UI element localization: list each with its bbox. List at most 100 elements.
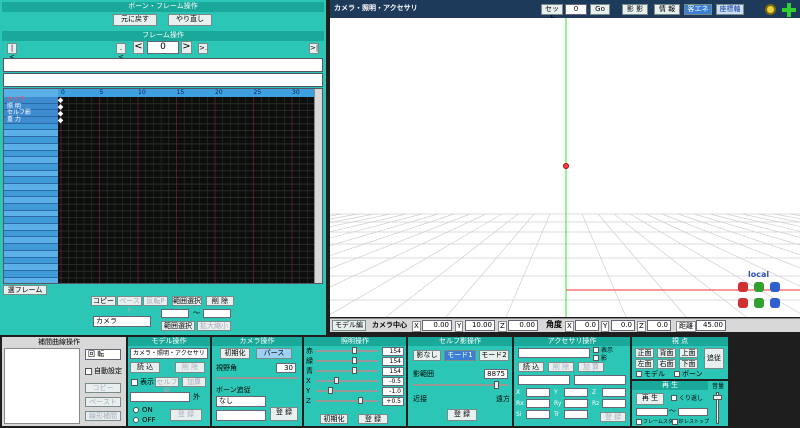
track-name[interactable] [4,270,58,278]
distance-input[interactable]: 45.00 [696,320,726,331]
play-from-input[interactable] [636,408,668,416]
track-name[interactable] [4,250,58,258]
copy-button[interactable]: コピー [91,296,116,306]
timeline-grid[interactable] [57,97,314,283]
volume-knob[interactable] [713,395,722,400]
select-frame-button[interactable]: 選フレーム [3,285,47,295]
paste-reverse-button[interactable]: 反転P [143,296,168,306]
cam-x-input[interactable]: 0.00 [422,320,452,331]
light-y-slider[interactable] [316,390,378,392]
range-select-button-2[interactable]: 範囲選択 [161,321,195,331]
view-back-button[interactable]: 背面 [657,348,676,358]
model-self-shadow-button[interactable]: セルフ影 [155,377,179,395]
accessory-rz-field[interactable] [602,399,626,408]
interp-paste-button[interactable]: ペースト [85,397,121,407]
keyframe-marker[interactable] [57,110,64,117]
interp-copy-button[interactable]: コピー [85,383,121,393]
track-name[interactable] [4,150,58,158]
set-button[interactable]: セット [541,4,563,22]
go-button[interactable]: Go [590,4,610,15]
track-select-dropdown[interactable]: カメラ [93,316,151,327]
model-bone-dropdown[interactable] [130,392,190,402]
shadow-register-button[interactable]: 登 録 [447,409,477,421]
rotate-z-icon[interactable] [770,282,780,292]
prev-key-button[interactable]: .< [116,43,126,61]
accessory-tr-field[interactable] [564,410,588,419]
zoom-icon[interactable] [765,4,776,15]
prev-frame-button[interactable]: < [133,41,144,54]
fov-input[interactable]: 30 [276,363,296,373]
shadow-mode1-button[interactable]: モード1 [444,350,476,361]
accessory-show-checkbox[interactable] [593,347,599,353]
view-right-button[interactable]: 右面 [657,359,676,369]
accessory-bone-dropdown[interactable] [518,375,570,385]
track-name[interactable] [4,163,58,171]
track-name[interactable] [4,217,58,225]
shadow-mode2-button[interactable]: モード2 [479,350,509,361]
angle-z-input[interactable]: 0.0 [647,320,671,331]
track-name[interactable] [4,137,58,144]
local-label[interactable]: local [748,270,769,279]
track-name[interactable] [4,130,58,138]
light-b-slider[interactable] [316,370,378,372]
light-g-slider[interactable] [316,360,378,362]
move-y-icon[interactable] [754,298,764,308]
scale-button[interactable]: 拡大縮小 [197,321,231,331]
bone-follow-dropdown[interactable]: なし [216,396,266,407]
shadow-range-input[interactable]: 8875 [484,369,508,379]
accessory-bone-sub-dropdown[interactable] [574,375,626,385]
accessory-register-button[interactable]: 登 録 [600,412,626,422]
view-front-button[interactable]: 正面 [635,348,654,358]
accessory-si-field[interactable] [526,410,550,419]
axis-button[interactable]: 座標軸 [716,4,744,15]
track-name[interactable] [4,170,58,178]
interp-rotate-dropdown[interactable]: 回 転 [85,349,121,360]
accessory-ry-field[interactable] [564,399,588,408]
next-frame-button[interactable]: > [181,41,192,54]
view-bone-checkbox[interactable] [674,371,680,377]
light-y-knob[interactable] [328,387,333,394]
accessory-shadow-checkbox[interactable] [593,355,599,361]
track-name[interactable] [4,244,58,251]
track-name[interactable] [4,123,58,131]
track-name[interactable] [4,277,58,283]
light-x-value[interactable]: -0.5 [382,377,404,386]
next-key-button[interactable]: >. [198,43,208,54]
view-follow-button[interactable]: 追従 [704,348,724,369]
model-edit-button[interactable]: モデル編 [332,320,366,331]
frame-stop-checkbox[interactable] [672,419,678,425]
light-r-slider[interactable] [316,350,378,352]
light-z-value[interactable]: +0.5 [382,397,404,406]
frame-start-checkbox[interactable] [636,419,642,425]
track-name[interactable] [4,143,58,151]
move-icon[interactable] [782,3,796,17]
accessory-rx-field[interactable] [526,399,550,408]
rotate-y-icon[interactable] [754,282,764,292]
cam-y-input[interactable]: 10.00 [465,320,495,331]
range-from-input[interactable] [161,309,189,318]
interp-curve-box[interactable] [4,348,80,424]
delete-frame-button[interactable]: 削 除 [206,296,234,306]
model-load-button[interactable]: 読 込 [130,362,160,373]
light-g-value[interactable]: 154 [382,357,404,366]
accessory-x-field[interactable] [526,388,550,397]
auto-set-checkbox[interactable] [85,368,92,375]
view-top-button[interactable]: 上面 [679,348,698,358]
light-init-button[interactable]: 初期化 [320,414,348,424]
light-register-button[interactable]: 登 録 [358,414,388,424]
camera-init-button[interactable]: 初期化 [220,348,250,359]
model-add-button[interactable]: 加算 [182,377,206,387]
last-frame-button[interactable]: >| [309,43,319,54]
camera-register-button[interactable]: 登 録 [270,407,298,421]
bone-follow-sub-dropdown[interactable] [216,410,266,421]
accessory-dropdown[interactable] [518,348,590,358]
undo-button[interactable]: 元に戻す [113,14,157,26]
track-name[interactable] [4,230,58,238]
light-b-value[interactable]: 154 [382,367,404,376]
shadow-view-button[interactable]: 影 影 [622,4,648,15]
linear-interp-button[interactable]: 線形補間 [85,411,121,421]
range-select-button[interactable]: 範囲選択 [172,296,202,306]
redo-button[interactable]: やり直し [168,14,212,26]
track-name[interactable] [4,264,58,271]
3d-viewport[interactable] [330,18,800,317]
